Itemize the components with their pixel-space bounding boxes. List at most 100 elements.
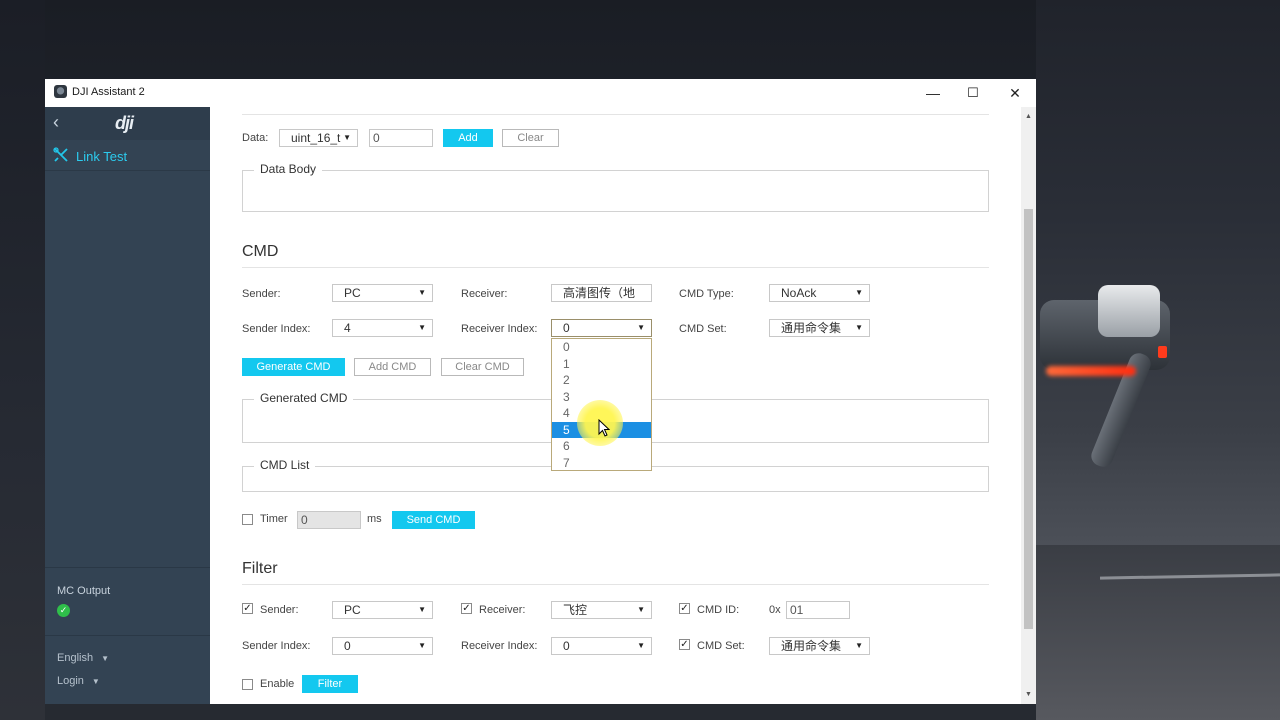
- caret-down-icon: ▼: [418, 641, 426, 650]
- sender-select[interactable]: PC ▼: [332, 284, 433, 302]
- dropdown-option[interactable]: 0: [552, 339, 651, 355]
- caret-down-icon: ▼: [418, 605, 426, 614]
- caret-down-icon: ▼: [343, 133, 351, 142]
- sidebar-divider: [45, 635, 210, 636]
- back-arrow-icon[interactable]: ‹: [53, 112, 59, 133]
- sidebar-header: ‹ dji: [45, 107, 210, 140]
- data-type-value: uint_16_t: [291, 131, 341, 145]
- drone-red-light: [1158, 346, 1167, 358]
- app-icon: [54, 85, 67, 98]
- tools-icon: [53, 147, 69, 167]
- receiver-index-select[interactable]: 0 ▼: [551, 319, 652, 337]
- caret-down-icon: ▼: [637, 605, 645, 614]
- divider: [242, 114, 989, 115]
- filter-heading: Filter: [242, 560, 278, 577]
- caret-down-icon: ▼: [101, 654, 109, 663]
- scroll-down-icon[interactable]: ▼: [1025, 691, 1032, 698]
- cmd-set-label: CMD Set:: [679, 323, 727, 335]
- divider: [242, 584, 989, 585]
- data-body-box[interactable]: [242, 170, 989, 212]
- sender-index-label: Sender Index:: [242, 323, 311, 335]
- filter-button[interactable]: Filter: [302, 675, 358, 693]
- timer-label: Timer: [260, 513, 288, 525]
- enable-label: Enable: [260, 678, 295, 690]
- cmd-id-prefix: 0x: [769, 604, 781, 616]
- minimize-button[interactable]: —: [912, 79, 954, 107]
- vertical-scrollbar[interactable]: ▲ ▼: [1021, 107, 1036, 704]
- dropdown-option[interactable]: 7: [552, 455, 651, 471]
- caret-down-icon: ▼: [418, 323, 426, 332]
- maximize-button[interactable]: ☐: [952, 79, 994, 107]
- sidebar-item-link-test[interactable]: Link Test: [45, 141, 210, 171]
- scroll-up-icon[interactable]: ▲: [1025, 113, 1032, 120]
- clear-data-button[interactable]: Clear: [502, 129, 559, 147]
- filter-receiver-label: Receiver:: [479, 604, 526, 616]
- divider: [242, 267, 989, 268]
- scroll-thumb[interactable]: [1024, 209, 1033, 629]
- drone-light: [1046, 366, 1136, 376]
- receiver-index-label: Receiver Index:: [461, 323, 538, 335]
- dropdown-option[interactable]: 2: [552, 372, 651, 388]
- sender-index-select[interactable]: 4 ▼: [332, 319, 433, 337]
- sidebar: ‹ dji Link Test MC Output ✓ English ▼ Log…: [45, 107, 210, 704]
- filter-cmd-set-select[interactable]: 通用命令集 ▼: [769, 637, 870, 655]
- cmd-list-legend: CMD List: [254, 458, 316, 472]
- cmd-set-value: 通用命令集: [781, 321, 842, 335]
- caret-down-icon: ▼: [855, 641, 863, 650]
- add-data-button[interactable]: Add: [443, 129, 493, 147]
- receiver-value: 高清图传（地: [563, 286, 636, 300]
- receiver-label: Receiver:: [461, 288, 508, 300]
- check-circle-icon: ✓: [57, 604, 70, 617]
- receiver-select[interactable]: 高清图传（地: [551, 284, 652, 302]
- cmd-type-select[interactable]: NoAck ▼: [769, 284, 870, 302]
- login-label: Login: [57, 675, 84, 687]
- cmd-type-value: NoAck: [781, 286, 817, 300]
- filter-cmd-id-checkbox[interactable]: ✓: [679, 603, 690, 614]
- filter-sender-index-value: 0: [344, 639, 351, 653]
- close-button[interactable]: ✕: [994, 79, 1036, 107]
- caret-down-icon: ▼: [855, 323, 863, 332]
- login-menu[interactable]: Login ▼: [57, 675, 100, 687]
- data-label: Data:: [242, 132, 269, 144]
- filter-sender-select[interactable]: PC ▼: [332, 601, 433, 619]
- timer-input[interactable]: 0: [297, 511, 361, 529]
- caret-down-icon: ▼: [855, 288, 863, 297]
- filter-cmd-set-checkbox[interactable]: ✓: [679, 639, 690, 650]
- caret-down-icon: ▼: [637, 641, 645, 650]
- cmd-set-select[interactable]: 通用命令集 ▼: [769, 319, 870, 337]
- enable-filter-checkbox[interactable]: [242, 679, 253, 690]
- filter-sender-label: Sender:: [260, 604, 299, 616]
- backdrop-road: [1036, 545, 1280, 720]
- filter-cmd-set-label: CMD Set:: [697, 640, 745, 652]
- generated-cmd-legend: Generated CMD: [254, 391, 354, 405]
- caret-down-icon: ▼: [91, 677, 100, 686]
- language-select[interactable]: English ▼: [57, 652, 109, 664]
- cmd-id-input[interactable]: 01: [786, 601, 850, 619]
- filter-sender-checkbox[interactable]: ✓: [242, 603, 253, 614]
- data-body-legend: Data Body: [254, 162, 323, 176]
- dji-logo: dji: [115, 113, 134, 133]
- add-cmd-button[interactable]: Add CMD: [354, 358, 431, 376]
- backdrop-left: [0, 0, 45, 720]
- filter-sender-index-label: Sender Index:: [242, 640, 311, 652]
- language-label: English: [57, 652, 94, 664]
- filter-receiver-index-select[interactable]: 0 ▼: [551, 637, 652, 655]
- title-bar: DJI Assistant 2 — ☐ ✕: [45, 79, 1036, 107]
- timer-unit: ms: [367, 513, 382, 525]
- filter-receiver-checkbox[interactable]: ✓: [461, 603, 472, 614]
- dropdown-option[interactable]: 1: [552, 356, 651, 372]
- data-type-select[interactable]: uint_16_t ▼: [279, 129, 358, 147]
- data-value-input[interactable]: 0: [369, 129, 433, 147]
- send-cmd-button[interactable]: Send CMD: [392, 511, 475, 529]
- clear-cmd-button[interactable]: Clear CMD: [441, 358, 524, 376]
- filter-cmd-id-label: CMD ID:: [697, 604, 740, 616]
- filter-receiver-value: 飞控: [563, 603, 588, 617]
- filter-sender-index-select[interactable]: 0 ▼: [332, 637, 433, 655]
- mc-output-label: MC Output: [57, 585, 111, 597]
- generate-cmd-button[interactable]: Generate CMD: [242, 358, 345, 376]
- sender-value: PC: [344, 286, 361, 300]
- filter-sender-value: PC: [344, 603, 361, 617]
- timer-checkbox[interactable]: [242, 514, 253, 525]
- filter-receiver-select[interactable]: 飞控 ▼: [551, 601, 652, 619]
- sender-label: Sender:: [242, 288, 281, 300]
